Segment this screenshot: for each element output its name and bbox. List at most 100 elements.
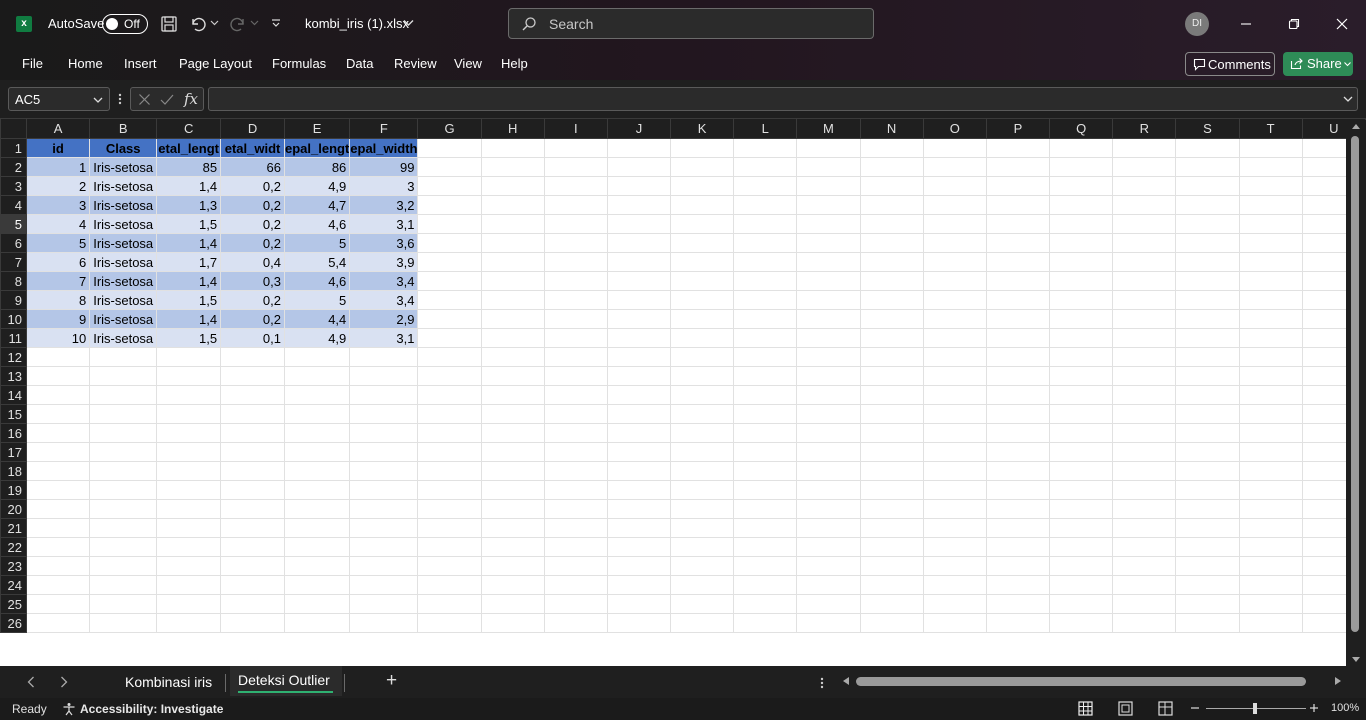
cell[interactable]: 3,9 (349, 252, 419, 272)
cell[interactable] (733, 537, 798, 557)
cell[interactable] (796, 385, 861, 405)
cell[interactable] (220, 480, 285, 500)
cell[interactable] (606, 594, 672, 614)
table-header-cell[interactable]: epal_width (349, 138, 419, 158)
cell[interactable] (733, 233, 798, 253)
cell[interactable] (417, 537, 482, 557)
cell[interactable] (606, 518, 672, 538)
cell[interactable] (25, 461, 91, 481)
cell[interactable] (25, 442, 91, 462)
cell[interactable] (922, 442, 987, 462)
cell[interactable] (1238, 195, 1303, 215)
cell[interactable] (606, 233, 672, 253)
tab-home[interactable]: Home (68, 56, 103, 71)
cell[interactable] (1238, 480, 1303, 500)
cell[interactable] (480, 423, 545, 443)
cell[interactable] (1112, 271, 1177, 291)
cell[interactable] (606, 138, 672, 158)
cell[interactable] (283, 480, 351, 500)
cell[interactable] (859, 233, 924, 253)
cell[interactable] (1049, 594, 1114, 614)
cell[interactable] (543, 499, 608, 519)
cell[interactable] (25, 480, 91, 500)
cell[interactable] (670, 499, 735, 519)
cell[interactable] (796, 537, 861, 557)
cell[interactable] (733, 252, 798, 272)
cell[interactable] (985, 233, 1051, 253)
cell[interactable] (480, 195, 545, 215)
cell[interactable] (349, 575, 419, 595)
column-header[interactable]: B (89, 118, 158, 139)
cell[interactable] (89, 442, 158, 462)
cell[interactable] (733, 575, 798, 595)
cell[interactable] (349, 594, 419, 614)
table-header-cell[interactable]: etal_widt (220, 138, 285, 158)
cell[interactable] (283, 613, 351, 633)
cell[interactable] (859, 138, 924, 158)
cell[interactable] (349, 404, 419, 424)
cell[interactable] (1238, 518, 1303, 538)
cell[interactable] (606, 385, 672, 405)
cell[interactable] (606, 271, 672, 291)
cell[interactable] (25, 594, 91, 614)
cell[interactable] (543, 442, 608, 462)
cell[interactable] (1175, 309, 1240, 329)
redo-dropdown-icon[interactable] (250, 19, 259, 27)
cell[interactable] (859, 613, 924, 633)
cell[interactable] (985, 442, 1051, 462)
cell[interactable] (670, 176, 735, 196)
cell[interactable] (1175, 328, 1240, 348)
cell[interactable] (89, 594, 158, 614)
column-header[interactable]: H (480, 118, 545, 139)
cell[interactable] (606, 461, 672, 481)
cell[interactable] (543, 195, 608, 215)
cell[interactable] (670, 309, 735, 329)
cell[interactable] (670, 613, 735, 633)
cell[interactable]: 4,6 (283, 214, 351, 234)
cell[interactable] (922, 290, 987, 310)
cell[interactable] (156, 347, 222, 367)
cell[interactable] (1049, 290, 1114, 310)
share-button[interactable]: Share (1283, 52, 1353, 76)
cell[interactable] (1112, 480, 1177, 500)
cell[interactable] (670, 233, 735, 253)
save-icon[interactable] (160, 15, 178, 33)
cell[interactable] (1238, 328, 1303, 348)
cell[interactable] (922, 594, 987, 614)
cell[interactable] (1175, 347, 1240, 367)
cell[interactable] (25, 423, 91, 443)
row-header[interactable]: 13 (0, 366, 27, 386)
cell[interactable] (1238, 233, 1303, 253)
cell[interactable] (1238, 366, 1303, 386)
tab-review[interactable]: Review (394, 56, 437, 71)
cell[interactable] (1175, 518, 1240, 538)
cell[interactable] (1238, 176, 1303, 196)
close-icon[interactable] (1336, 18, 1348, 30)
cell[interactable] (480, 499, 545, 519)
cell[interactable] (733, 195, 798, 215)
cell[interactable] (220, 404, 285, 424)
cell[interactable] (606, 499, 672, 519)
column-header[interactable]: D (220, 118, 285, 139)
cell[interactable] (670, 423, 735, 443)
cell[interactable] (417, 499, 482, 519)
insert-function-icon[interactable]: fx (184, 90, 198, 108)
cell[interactable] (670, 442, 735, 462)
cell[interactable]: 5 (283, 290, 351, 310)
cell[interactable] (922, 613, 987, 633)
cell[interactable]: 4,9 (283, 328, 351, 348)
cell[interactable] (796, 233, 861, 253)
sheet-options-icon[interactable] (819, 676, 825, 690)
cell[interactable] (25, 575, 91, 595)
cell[interactable] (1049, 271, 1114, 291)
cell[interactable] (89, 537, 158, 557)
cell[interactable] (985, 328, 1051, 348)
cell[interactable] (1112, 290, 1177, 310)
cell[interactable] (89, 366, 158, 386)
cell[interactable] (1112, 613, 1177, 633)
cell[interactable] (1112, 233, 1177, 253)
cell[interactable] (1175, 385, 1240, 405)
cell[interactable] (796, 176, 861, 196)
cell[interactable] (796, 366, 861, 386)
cell[interactable] (283, 499, 351, 519)
